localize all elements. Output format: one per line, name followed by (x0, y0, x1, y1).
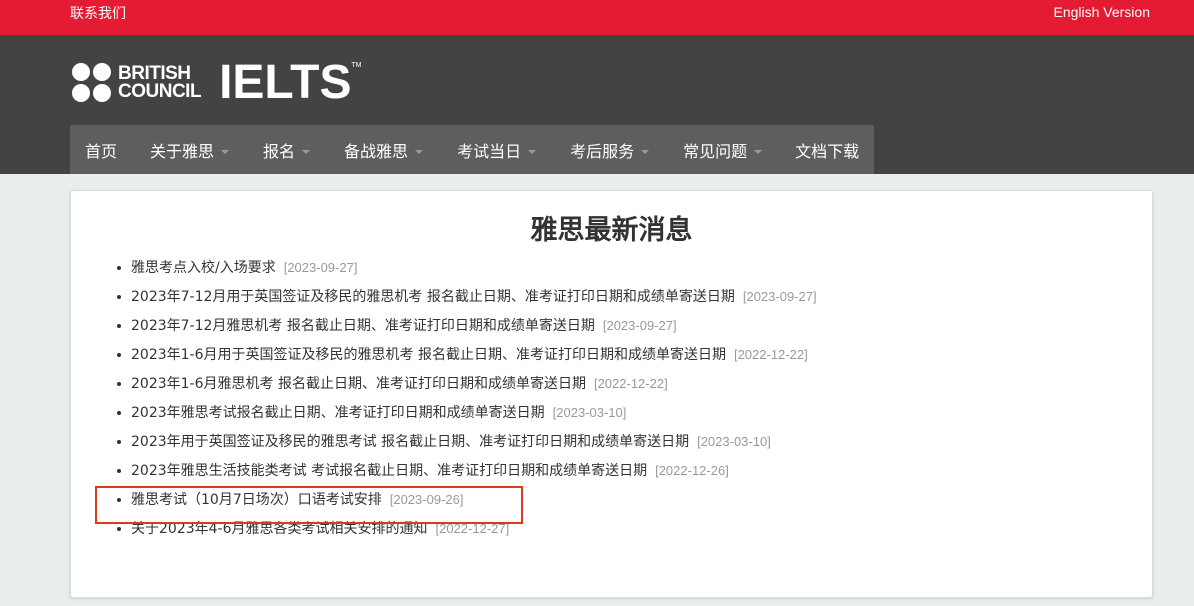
ielts-wordmark: IELTS TM (219, 56, 362, 109)
chevron-down-icon (221, 149, 230, 154)
list-item: 2023年1-6月用于英国签证及移民的雅思机考 报名截止日期、准考证打印日期和成… (71, 340, 817, 369)
top-bar: 联系我们 English Version (0, 0, 1194, 35)
british-council-dots-icon (72, 63, 112, 103)
news-link[interactable]: 2023年雅思生活技能类考试 考试报名截止日期、准考证打印日期和成绩单寄送日期 (131, 463, 647, 479)
nav-item-downloads[interactable]: 文档下载 (795, 125, 859, 174)
news-date: [2022-12-22] (733, 347, 808, 362)
news-link[interactable]: 2023年1-6月用于英国签证及移民的雅思机考 报名截止日期、准考证打印日期和成… (131, 347, 726, 363)
nav-item-faq[interactable]: 常见问题 (683, 125, 763, 174)
list-item: 2023年7-12月用于英国签证及移民的雅思机考 报名截止日期、准考证打印日期和… (71, 282, 817, 311)
news-date: [2023-09-27] (742, 289, 817, 304)
news-link[interactable]: 2023年1-6月雅思机考 报名截止日期、准考证打印日期和成绩单寄送日期 (131, 376, 586, 392)
nav-item-test-day[interactable]: 考试当日 (457, 125, 537, 174)
chevron-down-icon (754, 149, 763, 154)
nav-item-after-test[interactable]: 考后服务 (570, 125, 650, 174)
english-version-link[interactable]: English Version (1053, 4, 1150, 20)
highlight-box (95, 486, 523, 524)
site-logo[interactable]: BRITISH COUNCIL IELTS TM (72, 56, 362, 109)
chevron-down-icon (641, 149, 650, 154)
news-date: [2023-03-10] (697, 434, 771, 449)
list-item: 2023年雅思生活技能类考试 考试报名截止日期、准考证打印日期和成绩单寄送日期 [… (71, 456, 817, 485)
news-date: [2023-09-27] (602, 318, 677, 333)
nav-item-about-ielts[interactable]: 关于雅思 (150, 125, 230, 174)
list-item: 雅思考点入校/入场要求 [2023-09-27] (71, 253, 817, 282)
list-item: 2023年用于英国签证及移民的雅思考试 报名截止日期、准考证打印日期和成绩单寄送… (71, 427, 817, 456)
news-link[interactable]: 雅思考点入校/入场要求 (131, 260, 276, 276)
nav-item-prepare[interactable]: 备战雅思 (344, 125, 424, 174)
news-date: [2022-12-22] (593, 376, 668, 391)
nav-item-register[interactable]: 报名 (263, 125, 311, 174)
list-item: 2023年1-6月雅思机考 报名截止日期、准考证打印日期和成绩单寄送日期 [202… (71, 369, 817, 398)
news-date: [2023-09-27] (283, 260, 358, 275)
british-council-wordmark: BRITISH COUNCIL (118, 63, 202, 102)
news-link[interactable]: 2023年用于英国签证及移民的雅思考试 报名截止日期、准考证打印日期和成绩单寄送… (131, 434, 689, 450)
nav-item-home[interactable]: 首页 (85, 125, 117, 174)
news-link[interactable]: 2023年7-12月用于英国签证及移民的雅思机考 报名截止日期、准考证打印日期和… (131, 289, 735, 305)
page-title: 雅思最新消息 (530, 215, 693, 246)
main-nav: 首页 关于雅思 报名 备战雅思 考试当日 考后服务 常见问题 文档下载 (70, 125, 874, 174)
trademark-mark: TM (351, 62, 362, 69)
news-link[interactable]: 2023年雅思考试报名截止日期、准考证打印日期和成绩单寄送日期 (131, 405, 545, 421)
news-link[interactable]: 2023年7-12月雅思机考 报名截止日期、准考证打印日期和成绩单寄送日期 (131, 318, 595, 334)
list-item: 2023年7-12月雅思机考 报名截止日期、准考证打印日期和成绩单寄送日期 [20… (71, 311, 817, 340)
chevron-down-icon (302, 149, 311, 154)
list-item: 2023年雅思考试报名截止日期、准考证打印日期和成绩单寄送日期 [2023-03-… (71, 398, 817, 427)
news-date: [2022-12-26] (655, 463, 729, 478)
news-date: [2023-03-10] (552, 405, 627, 420)
news-card: 雅思最新消息 雅思考点入校/入场要求 [2023-09-27] 2023年7-12… (70, 190, 1153, 598)
contact-us-link[interactable]: 联系我们 (70, 3, 126, 23)
chevron-down-icon (528, 149, 537, 154)
chevron-down-icon (415, 149, 424, 154)
